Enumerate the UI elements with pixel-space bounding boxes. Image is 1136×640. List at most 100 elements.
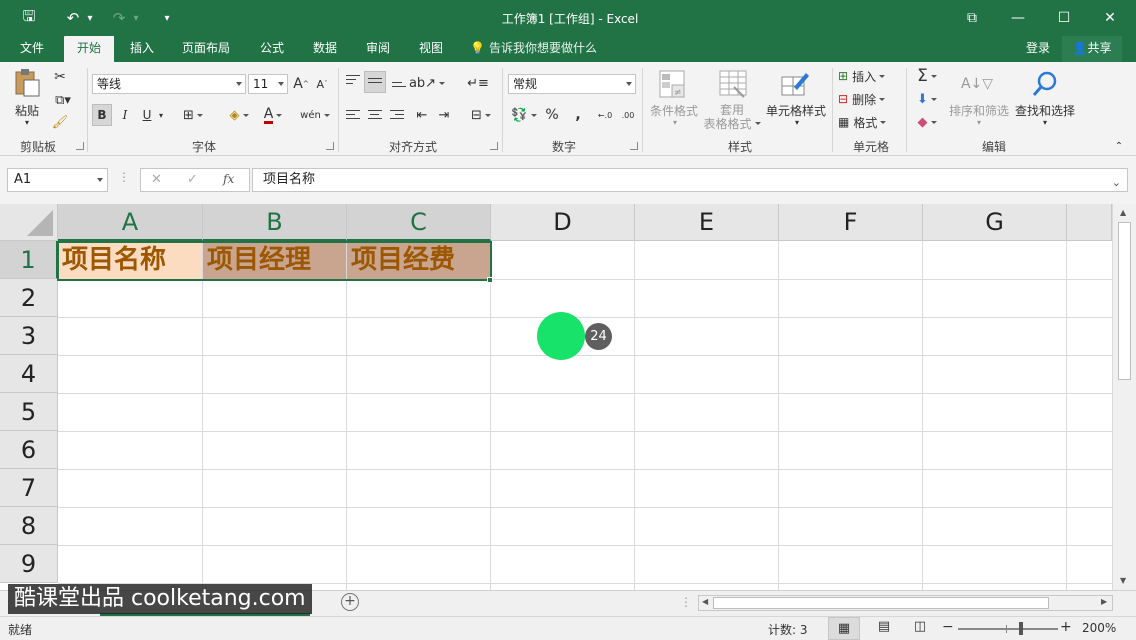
formula-bar-grip-icon[interactable]: ⋮ xyxy=(118,170,130,190)
align-bottom-icon[interactable] xyxy=(392,82,406,90)
column-header-c[interactable]: C xyxy=(347,204,491,241)
row-header-4[interactable]: 4 xyxy=(0,355,58,393)
tell-me-box[interactable]: 💡 告诉我你想要做什么 xyxy=(470,36,597,62)
tab-view[interactable]: 视图 xyxy=(409,36,453,62)
column-header-b[interactable]: B xyxy=(203,204,347,241)
column-header-partial[interactable] xyxy=(1067,204,1112,241)
merge-center-icon[interactable]: ⊟ xyxy=(466,104,496,126)
align-middle-icon[interactable] xyxy=(364,71,386,93)
tab-home[interactable]: 开始 xyxy=(64,36,114,62)
conditional-formatting-dropdown-icon[interactable]: ▾ xyxy=(670,118,680,127)
page-layout-view-icon[interactable]: ▤ xyxy=(874,619,894,639)
row-header-7[interactable]: 7 xyxy=(0,469,58,507)
vertical-scrollbar[interactable]: ▲ ▼ xyxy=(1112,204,1136,590)
insert-cells-button[interactable]: ⊞ 插入 xyxy=(838,66,902,86)
column-header-d[interactable]: D xyxy=(491,204,635,241)
sign-in-link[interactable]: 登录 xyxy=(1018,36,1058,62)
normal-view-icon[interactable]: ▦ xyxy=(828,617,860,640)
zoom-slider-knob[interactable] xyxy=(1019,622,1023,635)
tab-file[interactable]: 文件 xyxy=(10,36,54,62)
cell-styles-button[interactable]: 单元格样式 xyxy=(762,102,830,118)
tab-insert[interactable]: 插入 xyxy=(120,36,164,62)
clear-icon[interactable]: ◆ xyxy=(912,112,942,132)
save-icon[interactable]: 🖫 xyxy=(18,7,40,28)
italic-button[interactable]: I xyxy=(116,104,134,126)
phonetic-guide-icon[interactable]: wén xyxy=(298,104,332,126)
column-header-f[interactable]: F xyxy=(779,204,923,241)
scroll-left-icon[interactable]: ◀ xyxy=(702,597,708,606)
comma-style-button[interactable]: , xyxy=(572,104,584,126)
format-painter-icon[interactable]: 🖌 xyxy=(50,112,70,132)
orientation-icon[interactable]: ab↗ xyxy=(409,72,446,94)
scroll-up-icon[interactable]: ▲ xyxy=(1120,208,1126,217)
paste-button[interactable]: 粘贴 xyxy=(10,102,44,118)
zoom-in-button[interactable]: + xyxy=(1060,619,1072,635)
format-cells-button[interactable]: ▦ 格式 xyxy=(838,112,902,132)
paste-icon[interactable] xyxy=(12,68,42,98)
page-break-view-icon[interactable]: ◫ xyxy=(910,619,930,639)
find-select-icon[interactable] xyxy=(1028,68,1062,100)
zoom-level[interactable]: 200% xyxy=(1082,621,1116,635)
cell-styles-icon[interactable] xyxy=(778,68,812,100)
row-header-5[interactable]: 5 xyxy=(0,393,58,431)
expand-formula-bar-icon[interactable]: ⌄ xyxy=(1112,172,1121,194)
row-header-2[interactable]: 2 xyxy=(0,279,58,317)
vertical-scroll-thumb[interactable] xyxy=(1118,222,1131,380)
minimize-button[interactable]: — xyxy=(1006,6,1030,30)
worksheet-grid[interactable]: A B C D E F G 1 2 3 4 5 6 7 8 9 项目名称 项目经… xyxy=(0,204,1136,590)
decrease-indent-icon[interactable]: ⇤ xyxy=(412,104,432,126)
name-box[interactable]: A1 xyxy=(7,168,108,192)
tab-page-layout[interactable]: 页面布局 xyxy=(174,36,238,62)
sort-filter-icon[interactable]: A↓▽ xyxy=(960,68,994,100)
decrease-decimal-icon[interactable]: .00 xyxy=(618,104,638,126)
number-launcher-icon[interactable] xyxy=(630,142,638,150)
find-select-button[interactable]: 查找和选择 xyxy=(1012,102,1078,118)
fill-color-icon[interactable]: ◈ xyxy=(224,104,254,126)
scroll-down-icon[interactable]: ▼ xyxy=(1120,576,1126,585)
autosum-icon[interactable]: Σ xyxy=(912,66,942,86)
zoom-out-button[interactable]: − xyxy=(942,619,954,635)
underline-button[interactable]: U xyxy=(138,104,156,126)
horizontal-scroll-thumb[interactable] xyxy=(713,597,1049,609)
close-button[interactable]: ✕ xyxy=(1098,6,1122,30)
number-format-dropdown[interactable]: 常规 xyxy=(508,74,636,94)
name-box-dropdown-icon[interactable] xyxy=(97,178,103,182)
increase-indent-icon[interactable]: ⇥ xyxy=(434,104,454,126)
fill-icon[interactable]: ⬇ xyxy=(912,89,942,109)
cancel-icon[interactable]: ✕ xyxy=(151,172,162,187)
wrap-text-icon[interactable]: ↵≡ xyxy=(466,72,490,94)
find-select-dropdown-icon[interactable]: ▾ xyxy=(1040,118,1050,127)
font-name-dropdown[interactable]: 等线 xyxy=(92,74,246,94)
cell-styles-dropdown-icon[interactable]: ▾ xyxy=(792,118,802,127)
decrease-font-size-icon[interactable]: Aˇ xyxy=(314,74,330,94)
clipboard-launcher-icon[interactable] xyxy=(76,142,84,150)
customize-qat-icon[interactable]: ▾ xyxy=(158,8,176,28)
share-button[interactable]: 👤共享 xyxy=(1062,36,1122,62)
increase-font-size-icon[interactable]: A ^ xyxy=(293,74,309,94)
select-all-button[interactable] xyxy=(0,204,58,241)
cut-icon[interactable]: ✂ xyxy=(50,67,70,87)
tab-formulas[interactable]: 公式 xyxy=(250,36,294,62)
align-top-icon[interactable] xyxy=(346,75,360,87)
row-header-8[interactable]: 8 xyxy=(0,507,58,545)
underline-dropdown-icon[interactable]: ▾ xyxy=(156,104,166,126)
new-sheet-button[interactable]: + xyxy=(341,593,359,611)
sort-filter-dropdown-icon[interactable]: ▾ xyxy=(974,118,984,127)
collapse-ribbon-icon[interactable]: ⌃ xyxy=(1112,140,1126,152)
fill-handle[interactable] xyxy=(487,277,493,283)
format-as-table-button[interactable]: 表格格式 xyxy=(702,116,762,131)
tab-data[interactable]: 数据 xyxy=(303,36,347,62)
zoom-slider[interactable] xyxy=(958,628,1058,630)
accounting-format-icon[interactable]: 💱 xyxy=(508,104,540,126)
enter-icon[interactable]: ✓ xyxy=(187,172,198,187)
font-launcher-icon[interactable] xyxy=(326,142,334,150)
align-right-icon[interactable] xyxy=(390,110,404,122)
row-header-3[interactable]: 3 xyxy=(0,317,58,355)
paste-dropdown-icon[interactable]: ▾ xyxy=(22,118,32,127)
formula-input[interactable]: 项目名称 ⌄ xyxy=(252,168,1128,192)
align-center-icon[interactable] xyxy=(368,110,382,122)
scroll-right-icon[interactable]: ▶ xyxy=(1101,597,1107,606)
ribbon-display-options-icon[interactable]: ⧉ xyxy=(960,6,984,30)
alignment-launcher-icon[interactable] xyxy=(490,142,498,150)
tab-review[interactable]: 审阅 xyxy=(356,36,400,62)
